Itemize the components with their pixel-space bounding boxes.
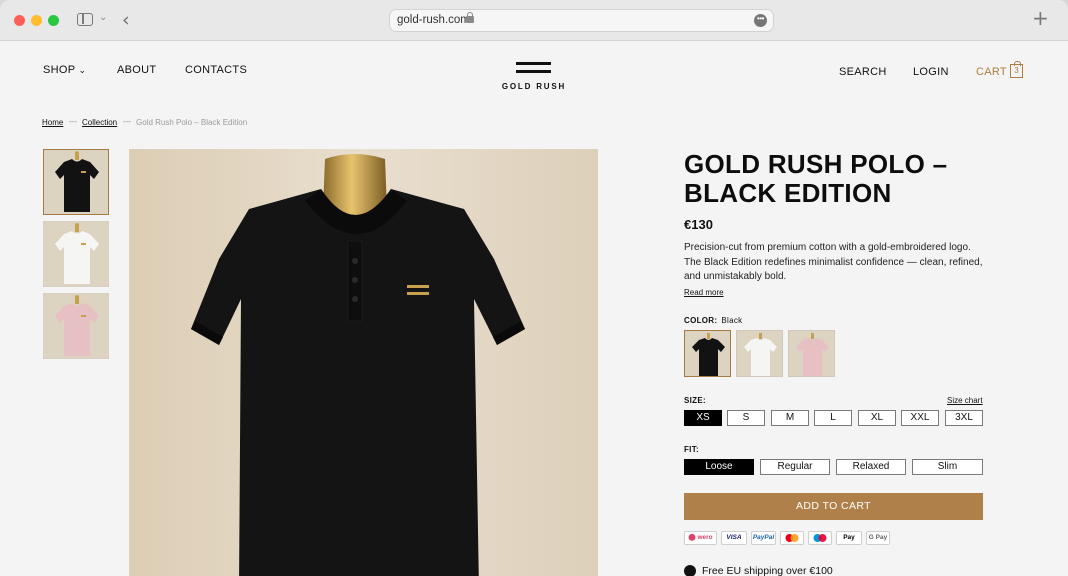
nav-shop[interactable]: SHOP ⌄ [43,64,86,76]
address-bar[interactable]: gold-rush.com ••• [389,9,774,32]
visa-icon: VISA [721,531,747,545]
apple-pay-icon: Pay [836,531,862,545]
cart-bag-icon[interactable]: 3 [1010,61,1023,78]
gear-badge-icon [684,565,696,576]
nav-cart[interactable]: CART [976,66,1007,78]
klarna-wero-icon: ⬤ wero [684,531,717,545]
google-pay-icon: G Pay [866,531,890,545]
product-description: Precision-cut from premium cotton with a… [684,242,983,283]
close-window-button[interactable] [14,15,25,26]
sidebar-toggle-icon[interactable] [77,13,93,26]
size-option-xs[interactable]: XS [684,410,722,426]
color-label-text: COLOR: [684,316,718,325]
size-option-xl[interactable]: XL [858,410,896,426]
zoom-window-button[interactable] [48,15,59,26]
nav-shop-label: SHOP [43,64,76,76]
read-more-link[interactable]: Read more [684,288,724,297]
product-price: €130 [684,217,713,232]
color-swatch-pink[interactable] [788,330,835,377]
breadcrumb-home[interactable]: Home [42,118,63,127]
fit-option-regular[interactable]: Regular [760,459,830,475]
color-value: Black [721,316,743,325]
thumbnail-pink[interactable] [43,293,109,359]
nav-search[interactable]: SEARCH [839,66,887,78]
fit-label: FIT: [684,445,699,454]
nav-about[interactable]: ABOUT [117,64,156,76]
nav-contacts[interactable]: CONTACTS [185,64,247,76]
color-swatch-black[interactable] [684,330,731,377]
thumbnail-white[interactable] [43,221,109,287]
size-label: SIZE: [684,396,706,405]
url-text: gold-rush.com [397,14,470,26]
browser-window: ⌄ ‹ gold-rush.com ••• + SHOP ⌄ ABOUT CON… [0,0,1068,576]
breadcrumb-current: Gold Rush Polo – Black Edition [136,118,248,127]
mastercard-icon [780,531,804,545]
browser-toolbar: ⌄ ‹ gold-rush.com ••• + [0,0,1068,41]
fit-option-relaxed[interactable]: Relaxed [836,459,906,475]
size-option-m[interactable]: M [771,410,809,426]
nav-login[interactable]: LOGIN [913,66,949,78]
color-swatch-white[interactable] [736,330,783,377]
color-label: COLOR: Black [684,316,742,325]
size-option-3xl[interactable]: 3XL [945,410,983,426]
size-chart-link[interactable]: Size chart [947,396,983,405]
product-title: GOLD RUSH POLO – BLACK EDITION [684,149,948,208]
size-option-xxl[interactable]: XXL [901,410,939,426]
add-to-cart-button[interactable]: ADD TO CART [684,493,983,520]
breadcrumb-collection[interactable]: Collection [82,118,117,127]
fit-option-loose[interactable]: Loose [684,459,754,475]
minimize-window-button[interactable] [31,15,42,26]
size-option-s[interactable]: S [727,410,765,426]
logo-text[interactable]: GOLD RUSH [497,82,571,91]
paypal-icon: PayPal [751,531,776,545]
breadcrumb-separator: — [69,117,77,126]
logo-mark-icon[interactable] [516,62,551,78]
back-arrow-icon[interactable]: ‹ [122,9,130,31]
shipping-info: Free EU shipping over €100 [702,565,833,576]
chevron-down-icon[interactable]: ⌄ [99,12,107,23]
chevron-down-icon: ⌄ [78,65,87,75]
lock-icon [466,12,474,23]
more-options-icon[interactable]: ••• [754,14,767,27]
main-product-image[interactable] [129,149,598,576]
maestro-icon [808,531,832,545]
new-tab-plus-icon[interactable]: + [1032,6,1049,30]
breadcrumb-separator: — [123,117,131,126]
size-option-l[interactable]: L [814,410,852,426]
thumbnail-black[interactable] [43,149,109,215]
fit-option-slim[interactable]: Slim [912,459,983,475]
